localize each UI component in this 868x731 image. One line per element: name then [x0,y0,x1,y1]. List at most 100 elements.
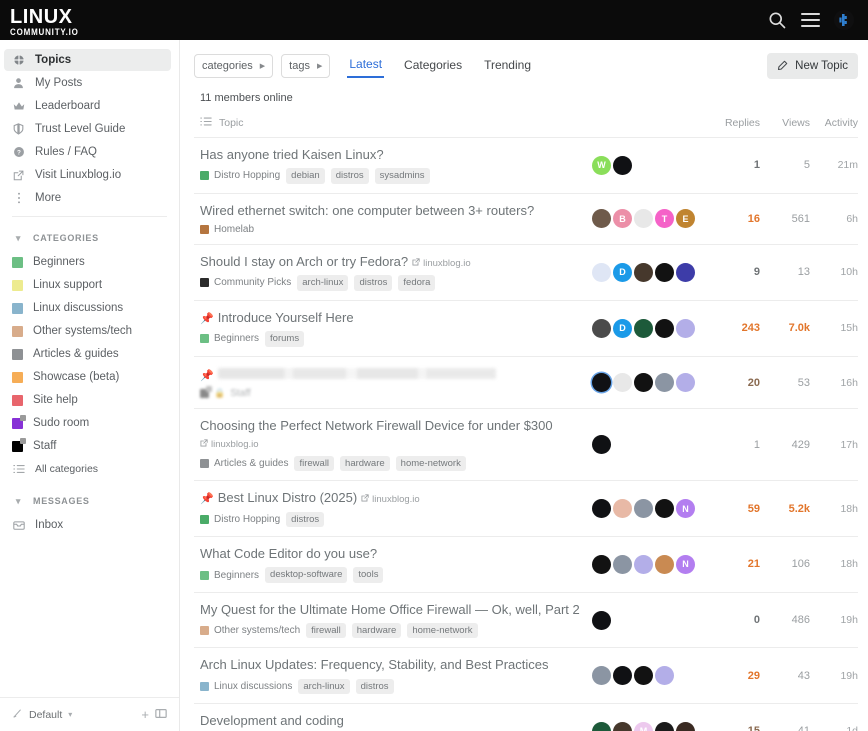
table-row[interactable]: Choosing the Perfect Network Firewall De… [194,409,858,481]
sidebar-item-topics[interactable]: Topics [4,49,171,71]
sidebar-category-other-systems-tech[interactable]: Other systems/tech [4,320,171,342]
paintbrush-icon[interactable] [12,708,23,722]
poster-avatar[interactable] [634,666,653,685]
poster-avatar[interactable]: N [676,499,695,518]
poster-avatar[interactable]: D [613,263,632,282]
sidebar-category-sudo-room[interactable]: Sudo room [4,412,171,434]
topic-title[interactable]: Choosing the Perfect Network Firewall De… [200,418,580,450]
poster-avatar[interactable] [613,555,632,574]
sidebar-category-linux-discussions[interactable]: Linux discussions [4,297,171,319]
sidebar-item-visit-linuxblog-io[interactable]: Visit Linuxblog.io [4,164,171,186]
table-row[interactable]: Wired ethernet switch: one computer betw… [194,193,858,244]
poster-avatar[interactable] [592,499,611,518]
sidebar-item-leaderboard[interactable]: Leaderboard [4,95,171,117]
table-row[interactable]: Should I stay on Arch or try Fedora?linu… [194,244,858,300]
sidebar-category-showcase-beta[interactable]: Showcase (beta) [4,366,171,388]
topic-title[interactable]: What Code Editor do you use? [200,546,580,562]
poster-avatar[interactable] [634,499,653,518]
topic-tag[interactable]: hardware [340,456,390,471]
topic-category[interactable]: Beginners [200,570,259,581]
sidebar-category-site-help[interactable]: Site help [4,389,171,411]
table-row[interactable]: My Quest for the Ultimate Home Office Fi… [194,592,858,648]
poster-avatar[interactable] [592,722,611,731]
topic-title[interactable]: 📌Introduce Yourself Here [200,310,580,327]
topic-category[interactable]: Homelab [200,224,254,235]
poster-avatar[interactable] [655,373,674,392]
table-row[interactable]: 📌Introduce Yourself Here Beginners forums D… [194,300,858,356]
tab-latest[interactable]: Latest [347,54,384,78]
table-row[interactable]: Development and codingOther systems/tech… [194,704,858,731]
topic-category[interactable]: Distro Hopping [200,514,280,525]
table-row[interactable]: What Code Editor do you use? Beginners des… [194,537,858,593]
topic-title[interactable]: 📌Best Linux Distro (2025)linuxblog.io [200,490,580,507]
sidebar-item-more[interactable]: More [4,187,171,209]
sidebar-item-rules-faq[interactable]: ?Rules / FAQ [4,141,171,163]
poster-avatar[interactable] [634,263,653,282]
poster-avatar[interactable]: E [676,209,695,228]
poster-avatar[interactable] [592,555,611,574]
topic-title[interactable]: Has anyone tried Kaisen Linux? [200,147,580,163]
topic-title[interactable]: My Quest for the Ultimate Home Office Fi… [200,602,580,618]
poster-avatar[interactable] [655,666,674,685]
poster-avatar[interactable] [592,611,611,630]
poster-avatar[interactable] [655,319,674,338]
sidebar-category-linux-support[interactable]: Linux support [4,274,171,296]
topic-category[interactable]: Distro Hopping [200,170,280,181]
poster-avatar[interactable] [655,555,674,574]
topic-category[interactable]: Beginners [200,333,259,344]
poster-avatar[interactable] [592,666,611,685]
poster-avatar[interactable]: B [613,209,632,228]
topic-tag[interactable]: forums [265,331,304,346]
poster-avatar[interactable] [655,722,674,731]
poster-avatar[interactable] [676,722,695,731]
poster-avatar[interactable] [613,722,632,731]
sidebar-section-categories[interactable]: ▾ Categories [4,229,171,247]
site-logo[interactable]: LINUX COMMUNITY.IO [10,5,79,36]
topic-title[interactable]: Development and coding [200,713,580,729]
topic-tag[interactable]: distros [286,512,324,527]
column-header-activity[interactable]: Activity [810,116,858,138]
poster-avatar[interactable] [655,263,674,282]
table-row[interactable]: 📌🔒Staff205316h [194,356,858,409]
topic-category[interactable]: Other systems/tech [200,625,300,636]
sidebar-item-all-categories[interactable]: All categories [4,458,171,480]
categories-dropdown[interactable]: categories ▶ [194,54,273,78]
topic-tag[interactable]: firewall [294,456,334,471]
plus-icon[interactable]: + [141,707,149,722]
poster-avatar[interactable] [592,435,611,454]
poster-avatar[interactable]: W [592,156,611,175]
topic-tag[interactable]: debian [286,168,325,183]
topic-tag[interactable]: desktop-software [265,567,347,582]
poster-avatar[interactable] [634,555,653,574]
sidebar-category-staff[interactable]: Staff [4,435,171,457]
topic-category[interactable]: Community Picks [200,277,291,288]
poster-avatar[interactable] [592,263,611,282]
poster-avatar[interactable] [592,209,611,228]
topic-category[interactable]: Linux discussions [200,681,292,692]
topic-tag[interactable]: distros [331,168,369,183]
sidebar-item-my-posts[interactable]: My Posts [4,72,171,94]
topic-tag[interactable]: firewall [306,623,346,638]
search-icon[interactable] [767,10,787,30]
topic-external-link[interactable]: linuxblog.io [200,439,259,451]
sidebar-section-messages[interactable]: ▾ Messages [4,492,171,510]
poster-avatar[interactable]: D [613,319,632,338]
poster-avatar[interactable] [676,263,695,282]
topic-external-link[interactable]: linuxblog.io [361,494,420,506]
topic-external-link[interactable]: linuxblog.io [412,258,471,270]
new-topic-button[interactable]: New Topic [767,53,858,79]
caret-down-icon[interactable]: ▾ [68,710,72,719]
topic-tag[interactable]: fedora [398,275,435,290]
column-header-topic[interactable]: Topic [194,116,588,138]
tab-categories[interactable]: Categories [402,55,464,77]
topic-title[interactable]: Should I stay on Arch or try Fedora?linu… [200,254,580,270]
topic-title[interactable]: Wired ethernet switch: one computer betw… [200,203,580,219]
poster-avatar[interactable] [613,666,632,685]
tab-trending[interactable]: Trending [482,55,533,77]
poster-avatar[interactable] [676,319,695,338]
poster-avatar[interactable] [592,319,611,338]
tags-dropdown[interactable]: tags ▶ [281,54,330,78]
hamburger-menu-icon[interactable] [801,13,820,27]
poster-avatar[interactable] [613,499,632,518]
topic-tag[interactable]: home-network [407,623,477,638]
